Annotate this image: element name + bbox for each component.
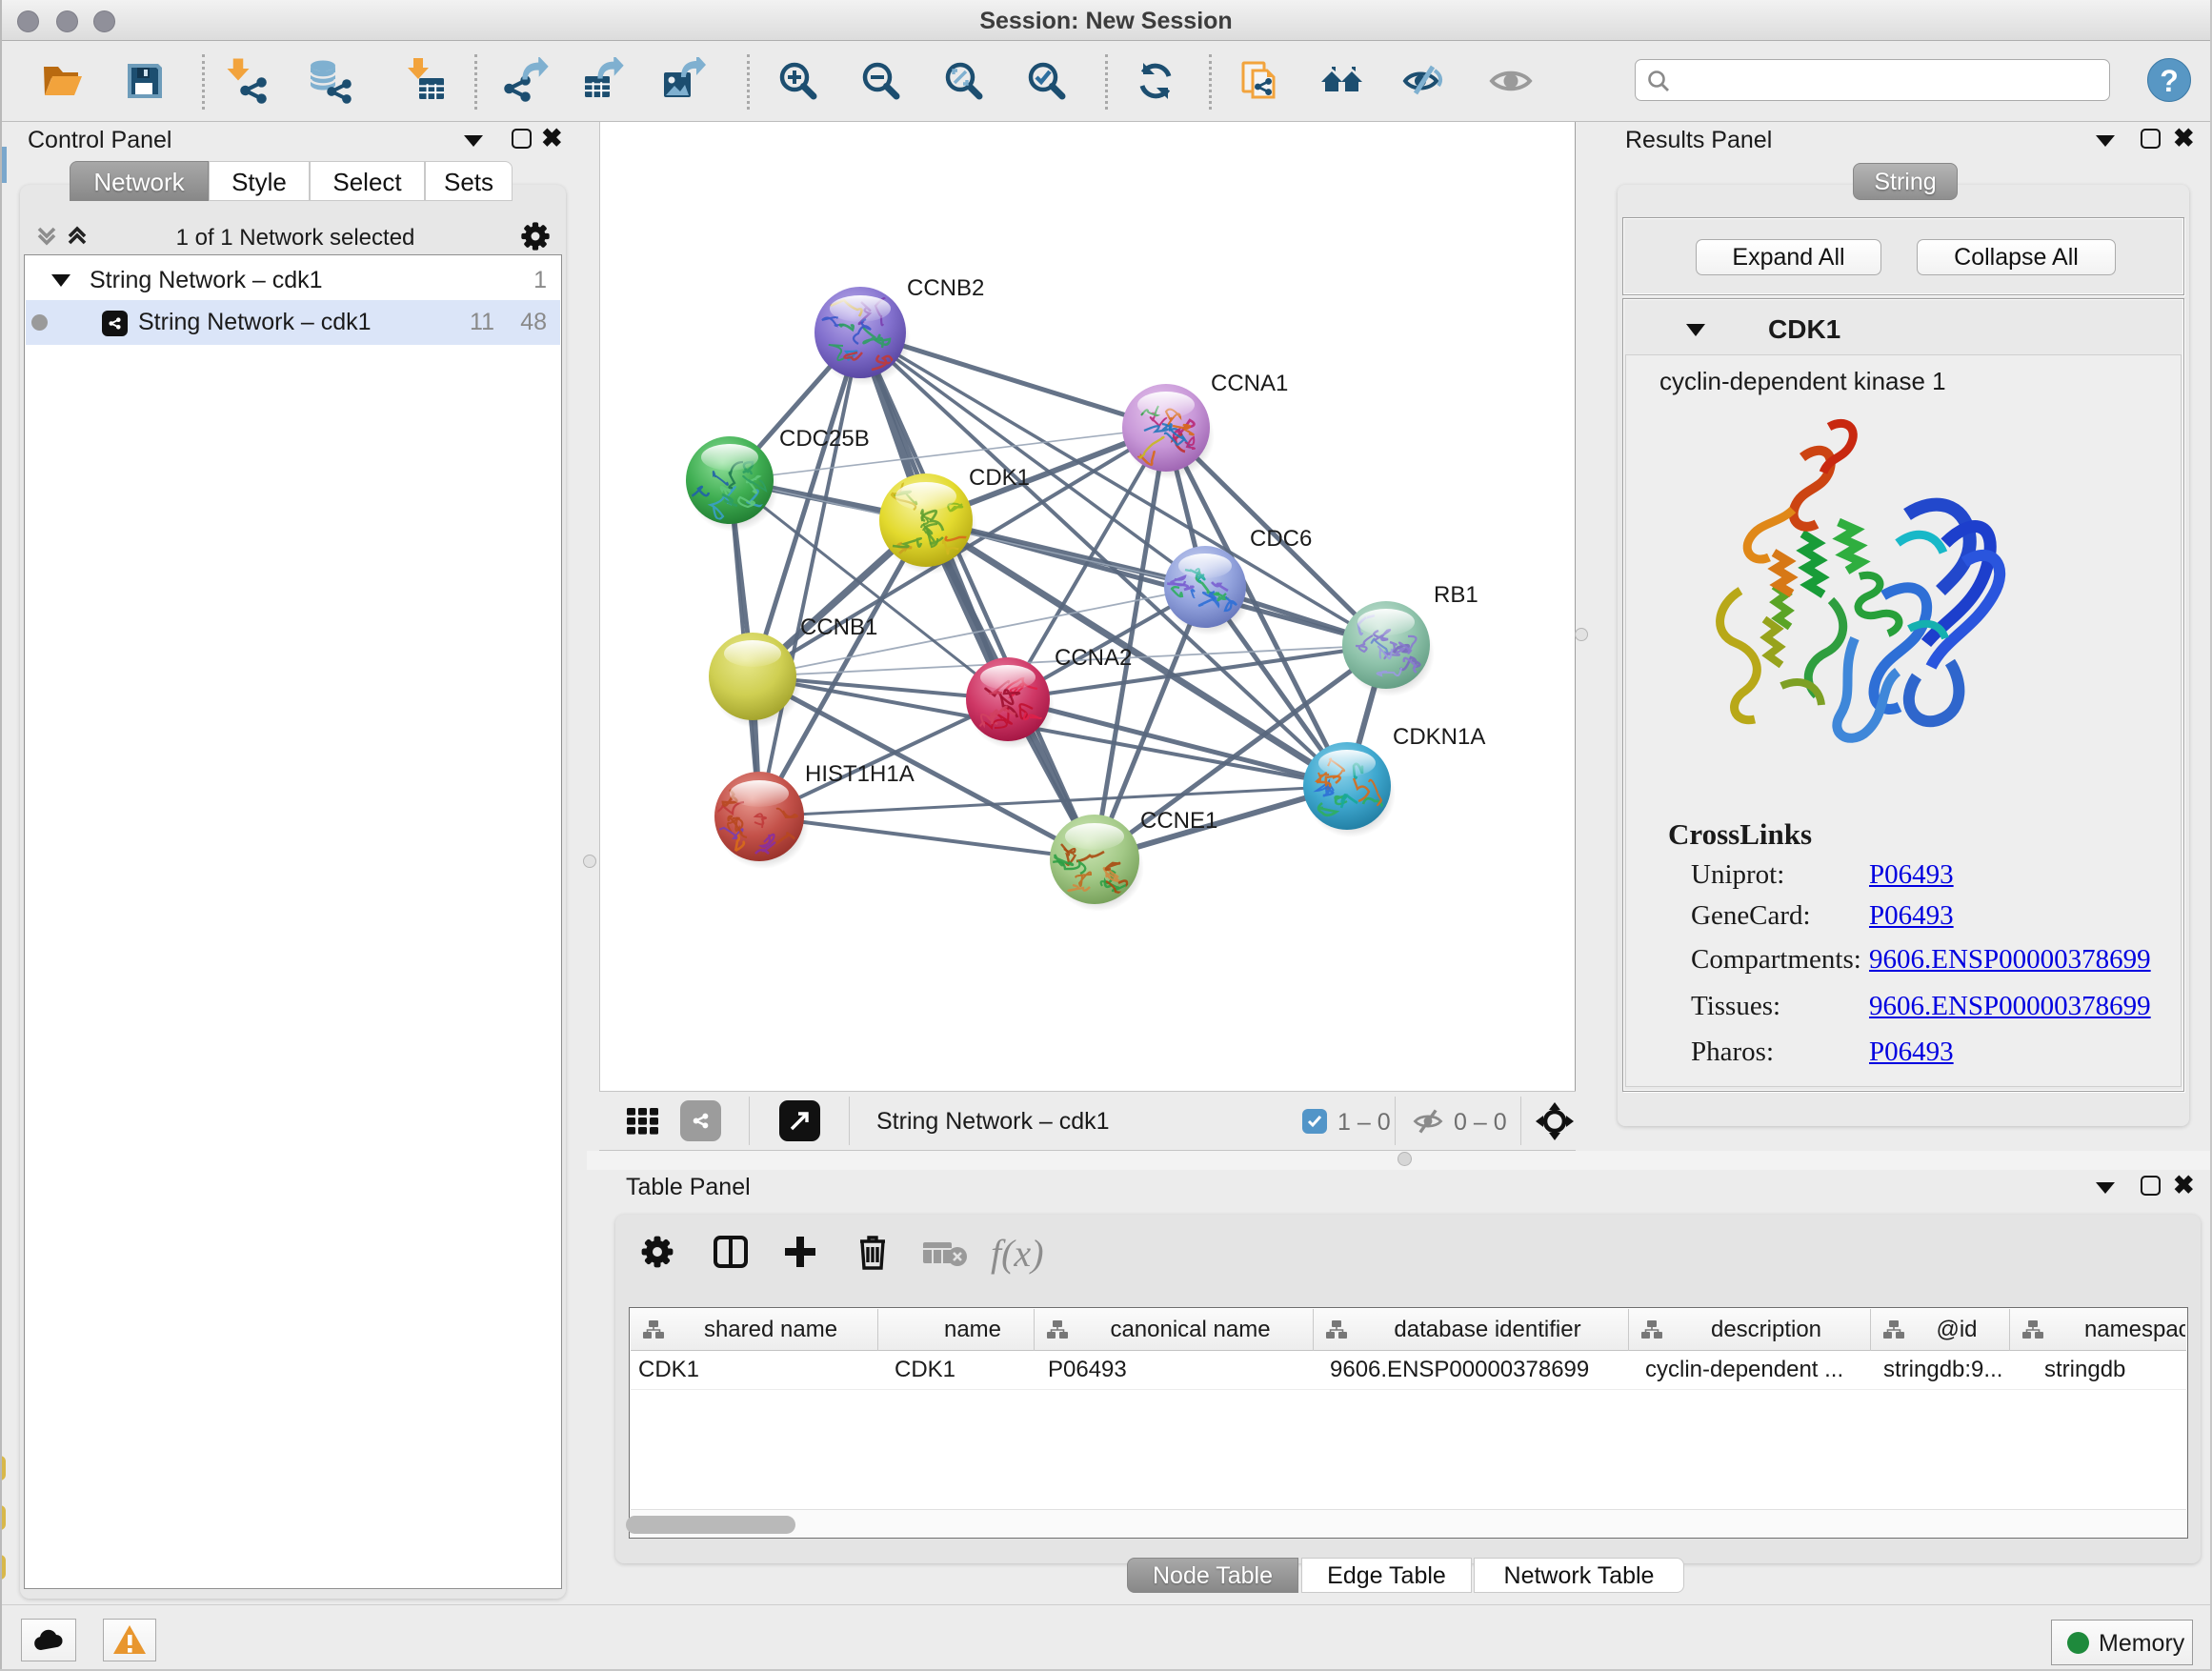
svg-text:HIST1H1A: HIST1H1A xyxy=(805,761,915,787)
svg-text:CCNB1: CCNB1 xyxy=(800,614,877,640)
svg-text:CCNA2: CCNA2 xyxy=(1055,645,1132,671)
svg-text:CDK1: CDK1 xyxy=(969,465,1030,491)
svg-text:CCNA1: CCNA1 xyxy=(1211,371,1288,396)
svg-text:CCNE1: CCNE1 xyxy=(1140,808,1217,834)
svg-text:CDC6: CDC6 xyxy=(1250,526,1312,552)
svg-text:CDC25B: CDC25B xyxy=(779,426,870,452)
svg-text:CDKN1A: CDKN1A xyxy=(1393,724,1485,750)
svg-text:CCNB2: CCNB2 xyxy=(907,275,984,301)
svg-text:RB1: RB1 xyxy=(1434,582,1478,608)
